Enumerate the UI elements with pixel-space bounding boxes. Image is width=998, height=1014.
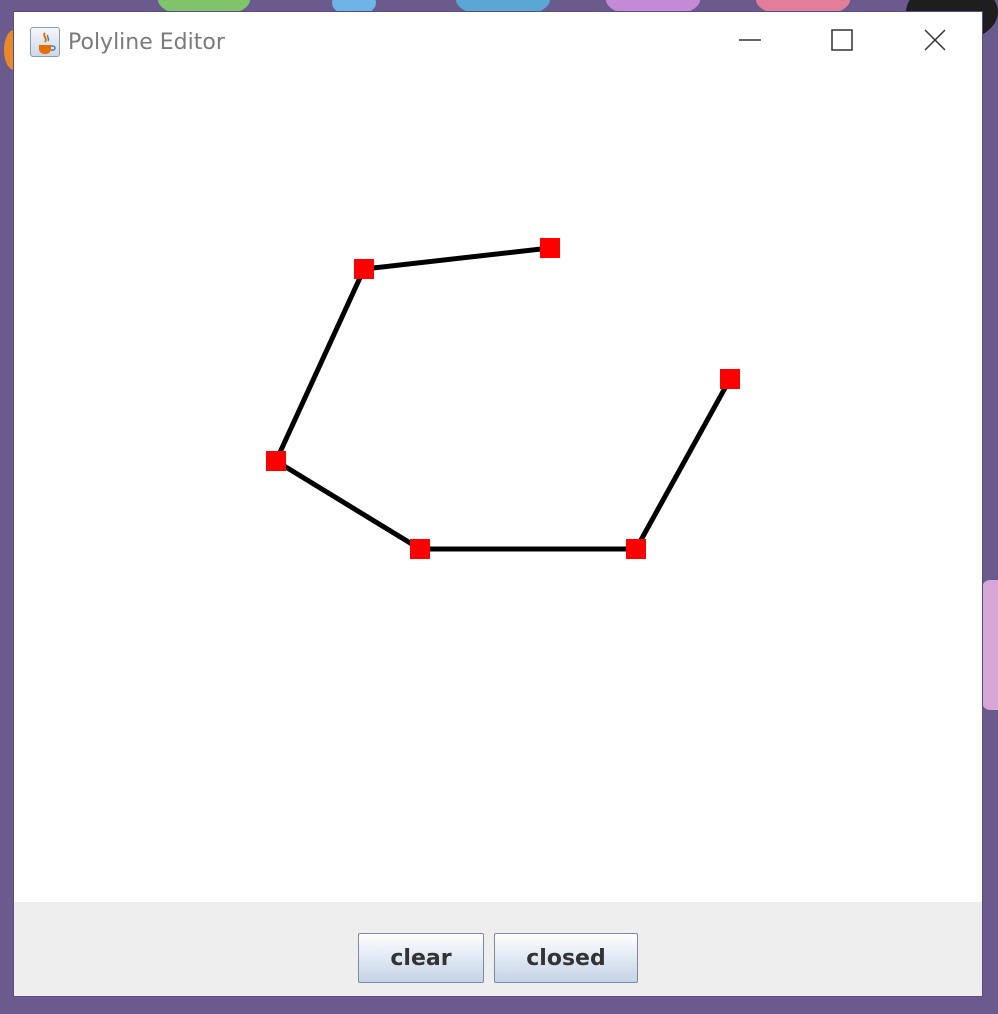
java-cup-icon: [30, 27, 60, 57]
maximize-icon: [831, 29, 853, 51]
close-icon: [924, 29, 946, 51]
close-button[interactable]: [907, 20, 963, 60]
minimize-button[interactable]: [722, 20, 778, 60]
drawing-canvas[interactable]: [14, 74, 982, 902]
vertex-handle[interactable]: [720, 369, 740, 389]
polyline-segment: [633, 377, 733, 551]
vertex-handle[interactable]: [410, 539, 430, 559]
minimize-icon: [739, 39, 761, 41]
polyline-segment: [274, 458, 422, 552]
maximize-button[interactable]: [814, 20, 870, 60]
closed-button[interactable]: closed: [494, 933, 638, 983]
polyline-editor-window: Polyline Editor clear closed: [14, 12, 982, 996]
title-bar[interactable]: Polyline Editor: [14, 12, 982, 74]
vertex-handle[interactable]: [266, 451, 286, 471]
button-bar: clear closed: [14, 902, 982, 996]
polyline-drawing: [266, 238, 740, 559]
vertex-handle[interactable]: [626, 539, 646, 559]
vertex-handle[interactable]: [354, 259, 374, 279]
polyline-segment: [363, 245, 551, 272]
window-title: Polyline Editor: [68, 30, 225, 55]
desktop-widget-pink: [982, 580, 998, 710]
polyline-segment: [273, 267, 367, 463]
vertex-handle[interactable]: [540, 238, 560, 258]
clear-button[interactable]: clear: [358, 933, 484, 983]
